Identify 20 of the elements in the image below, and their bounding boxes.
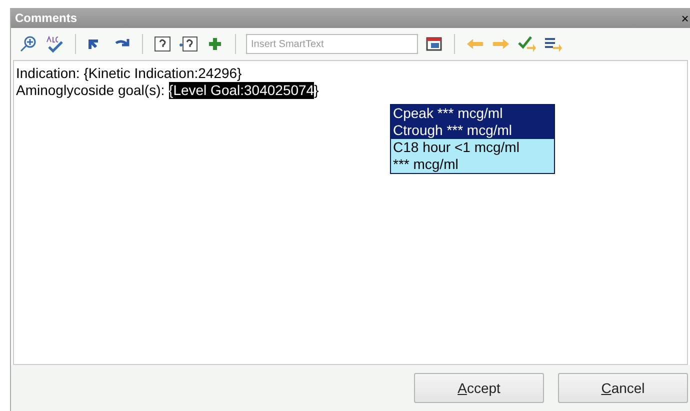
spell-check-icon[interactable] bbox=[45, 35, 65, 53]
dropdown-option[interactable]: C18 hour <1 mcg/ml bbox=[391, 139, 554, 156]
editor-text: Indication: {Kinetic Indication:24296} bbox=[16, 65, 242, 82]
list-arrow-icon[interactable] bbox=[543, 35, 563, 53]
close-button[interactable]: × bbox=[680, 12, 690, 24]
dropdown-option[interactable]: *** mcg/ml bbox=[391, 156, 554, 173]
editor-text: } bbox=[314, 82, 319, 99]
smarttext-field[interactable]: Insert SmartText bbox=[246, 34, 418, 54]
editor-text: Aminoglycoside goal(s): bbox=[16, 82, 166, 99]
editor-text: {Level Goal:304025074 bbox=[168, 82, 314, 99]
dropdown-option[interactable]: Ctrough *** mcg/ml bbox=[391, 122, 554, 139]
dialog-button[interactable]: Cancel bbox=[558, 373, 688, 403]
help-list-icon[interactable] bbox=[179, 35, 199, 53]
help-icon[interactable] bbox=[153, 35, 173, 53]
window-icon[interactable] bbox=[424, 35, 444, 53]
comment-editor[interactable]: Indication: {Kinetic Indication:24296} Aminoglycoside goal(s): {Level Goal:304025074} Cpeak *** mcg/ml Ctrough *** mcg/ml C18 hour <1 mcg/ml *** mcg/ml bbox=[13, 60, 688, 365]
check-arrow-icon[interactable] bbox=[517, 35, 537, 53]
dropdown-option[interactable]: Cpeak *** mcg/ml bbox=[391, 105, 554, 122]
dialog-button[interactable]: Accept bbox=[414, 373, 544, 403]
window-title: Comments bbox=[15, 10, 78, 27]
